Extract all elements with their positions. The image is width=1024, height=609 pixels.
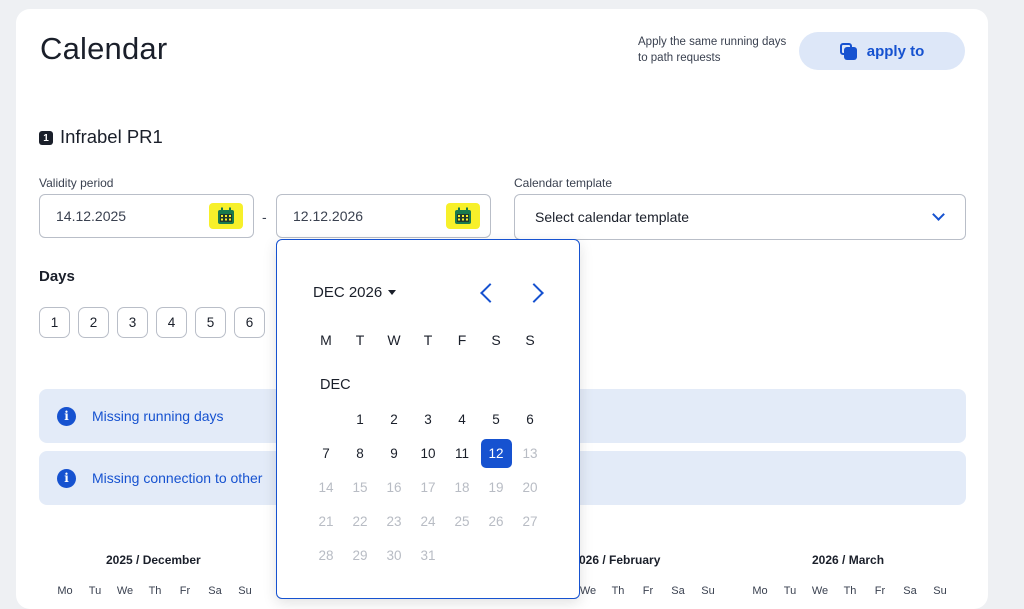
validity-end-input[interactable]: 12.12.2026 <box>276 194 491 238</box>
weekday-label: Th <box>148 585 162 597</box>
weekday-label: Mo <box>752 585 768 597</box>
mini-calendar-weekdays: Mo Tu We Th Fr Sa Su <box>745 585 955 597</box>
validity-start-input[interactable]: 14.12.2025 <box>39 194 254 238</box>
calendar-day[interactable]: 4 <box>447 405 478 434</box>
weekday-label: Fr <box>179 585 191 597</box>
date-picker-popup: DEC 2026 MTWTFSS DEC 1 2 3 4 5 6 7 8 9 10 11 12 13 14… <box>276 239 580 599</box>
alert-text[interactable]: Missing running days <box>92 408 224 424</box>
day-chip[interactable]: 2 <box>78 307 109 338</box>
calendar-day: 20 <box>522 480 538 495</box>
validity-start-value: 14.12.2025 <box>56 208 127 224</box>
weekday-label: Sa <box>671 585 685 597</box>
previous-month-arrow-icon[interactable] <box>480 283 500 303</box>
apply-to-label: apply to <box>866 42 925 60</box>
weekday-header: M <box>320 332 332 348</box>
calendar-day: 28 <box>318 548 334 563</box>
mini-calendar-title: 026 / February <box>579 553 661 567</box>
calendar-day: 26 <box>488 514 504 529</box>
weekday-header: S <box>491 332 501 348</box>
calendar-day: 27 <box>522 514 538 529</box>
apply-note: Apply the same running days to path requ… <box>638 36 787 64</box>
validity-period-label: Validity period <box>39 176 114 190</box>
day-chip[interactable]: 1 <box>39 307 70 338</box>
info-icon: i <box>57 406 76 426</box>
calendar-day[interactable]: 9 <box>379 439 410 468</box>
path-request-number-badge: 1 <box>39 131 53 145</box>
calendar-day: 18 <box>454 480 470 495</box>
weekday-header: F <box>457 332 467 348</box>
validity-end-value: 12.12.2026 <box>293 208 364 224</box>
calendar-icon[interactable] <box>209 203 243 229</box>
selected-day[interactable]: 12 <box>480 439 512 468</box>
weekday-label: Sa <box>903 585 917 597</box>
calendar-day: 21 <box>318 514 334 529</box>
weekday-header: W <box>387 332 401 348</box>
mini-calendar-title: 2026 / March <box>812 553 885 567</box>
month-year-selector[interactable]: DEC 2026 <box>313 284 397 301</box>
calendar-template-label: Calendar template <box>514 176 613 190</box>
copy-icon <box>839 42 857 60</box>
path-request-title: Infrabel PR1 <box>60 126 163 147</box>
mini-calendar-title: 2025 / December <box>106 553 201 567</box>
page-title: Calendar <box>40 31 168 66</box>
date-range-separator: - <box>262 209 267 225</box>
calendar-day[interactable]: 5 <box>481 405 512 434</box>
calendar-day[interactable]: 6 <box>515 405 546 434</box>
mini-calendar-weekdays: Mo Tu We Th Fr Sa Su <box>50 585 260 597</box>
weekday-label: Su <box>238 585 252 597</box>
calendar-day[interactable]: 1 <box>345 405 376 434</box>
mini-calendar-weekdays: We Th Fr Sa Su <box>573 585 723 597</box>
day-chip[interactable]: 6 <box>234 307 265 338</box>
day-chip[interactable]: 4 <box>156 307 187 338</box>
calendar-day: 30 <box>386 548 402 563</box>
calendar-day[interactable]: 10 <box>413 439 444 468</box>
day-chip[interactable]: 5 <box>195 307 226 338</box>
calendar-icon[interactable] <box>446 203 480 229</box>
calendar-day: 29 <box>352 548 368 563</box>
calendar-day[interactable]: 3 <box>413 405 444 434</box>
calendar-day: 24 <box>420 514 436 529</box>
calendar-day: 13 <box>522 446 538 461</box>
weekday-label: Th <box>843 585 857 597</box>
weekday-header: S <box>525 332 535 348</box>
chevron-down-icon <box>932 208 945 221</box>
calendar-day[interactable]: 8 <box>345 439 376 468</box>
weekday-label: Su <box>933 585 947 597</box>
calendar-day: 15 <box>352 480 368 495</box>
month-short-label: DEC <box>320 377 351 393</box>
calendar-day: 14 <box>318 480 334 495</box>
calendar-day[interactable]: 11 <box>447 439 478 468</box>
calendar-day: 31 <box>420 548 436 563</box>
weekday-label: Th <box>611 585 625 597</box>
calendar-day: 16 <box>386 480 402 495</box>
alert-text[interactable]: Missing connection to other <box>92 470 262 486</box>
weekday-label: Tu <box>88 585 102 597</box>
calendar-day: 17 <box>420 480 436 495</box>
calendar-template-placeholder: Select calendar template <box>535 209 690 225</box>
calendar-day: 22 <box>352 514 368 529</box>
weekday-header: T <box>355 332 365 348</box>
caret-down-icon <box>388 290 397 295</box>
calendar-day: 25 <box>454 514 470 529</box>
days-heading: Days <box>39 268 75 285</box>
calendar-day[interactable]: 2 <box>379 405 410 434</box>
day-chip[interactable]: 3 <box>117 307 148 338</box>
calendar-day: 19 <box>488 480 504 495</box>
weekday-label: Sa <box>208 585 222 597</box>
next-month-arrow-icon[interactable] <box>524 283 544 303</box>
calendar-day: 23 <box>386 514 402 529</box>
weekday-header: T <box>423 332 433 348</box>
info-icon: i <box>57 468 76 488</box>
weekday-label: We <box>116 585 134 597</box>
weekday-label: Fr <box>874 585 886 597</box>
weekday-label: Fr <box>642 585 654 597</box>
weekday-label: We <box>811 585 829 597</box>
weekday-label: Su <box>701 585 715 597</box>
calendar-template-select[interactable]: Select calendar template <box>514 194 966 240</box>
month-year-label: DEC 2026 <box>313 284 383 301</box>
weekday-label: Tu <box>783 585 797 597</box>
apply-to-button[interactable]: apply to <box>799 32 965 70</box>
calendar-day[interactable]: 7 <box>311 439 342 468</box>
weekday-label: Mo <box>57 585 73 597</box>
